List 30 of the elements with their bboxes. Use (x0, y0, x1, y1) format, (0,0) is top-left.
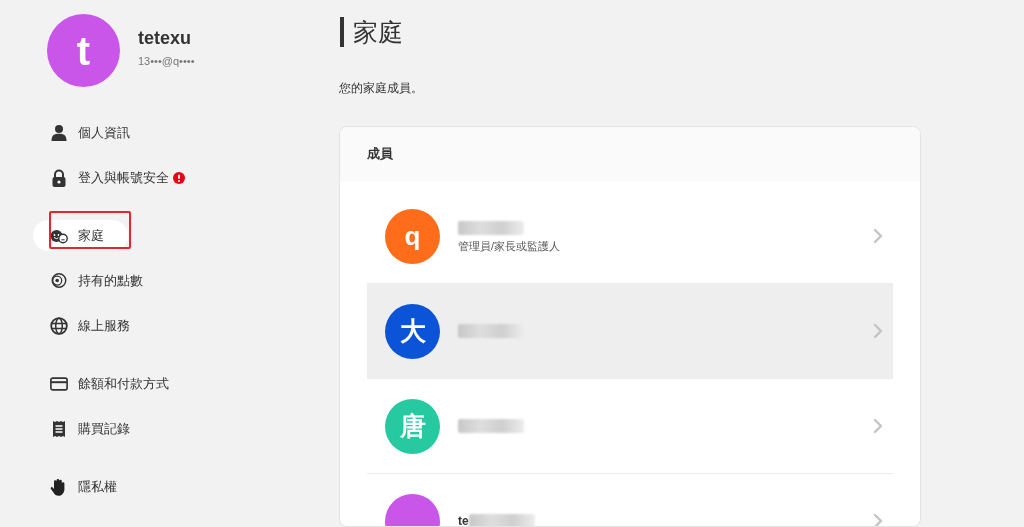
profile-avatar: t (47, 14, 120, 87)
chevron-right-icon (873, 228, 883, 244)
sidebar-item[interactable]: 線上服務 (33, 310, 154, 341)
sidebar-item[interactable]: 餘額和付款方式 (33, 368, 193, 399)
chevron-right-icon (873, 323, 883, 339)
username: tetexu (138, 27, 192, 49)
globe-icon (50, 316, 68, 335)
sidebar-item[interactable]: 持有的點數 (33, 265, 167, 296)
sidebar-item[interactable]: 登入與帳號安全 (33, 162, 209, 193)
sidebar-item[interactable]: 購買記錄 (33, 413, 154, 444)
chevron-right-icon (873, 418, 883, 434)
sidebar-item[interactable]: 家庭 (33, 220, 128, 251)
page-title: 家庭 (353, 17, 403, 47)
sidebar-item[interactable]: 隱私權 (33, 471, 141, 502)
member-name: te (458, 515, 469, 526)
member-avatar: 唐 (385, 398, 440, 454)
member-avatar: 大 (385, 303, 440, 359)
card-heading: 成員 (367, 145, 393, 164)
member-row[interactable]: 大 (367, 284, 893, 379)
receipt-icon (50, 419, 68, 438)
account-email: 13•••@q•••• (138, 54, 195, 68)
page-description: 您的家庭成員。 (339, 80, 423, 96)
chevron-right-icon (873, 513, 883, 526)
credit-card-icon (50, 374, 68, 393)
person-icon (50, 123, 68, 142)
coin-icon (50, 271, 68, 290)
sidebar-item[interactable]: 個人資訊 (33, 117, 154, 148)
member-role: 管理員/家長或監護人 (458, 238, 561, 253)
member-avatar: q (385, 208, 440, 264)
lock-icon (50, 168, 68, 187)
